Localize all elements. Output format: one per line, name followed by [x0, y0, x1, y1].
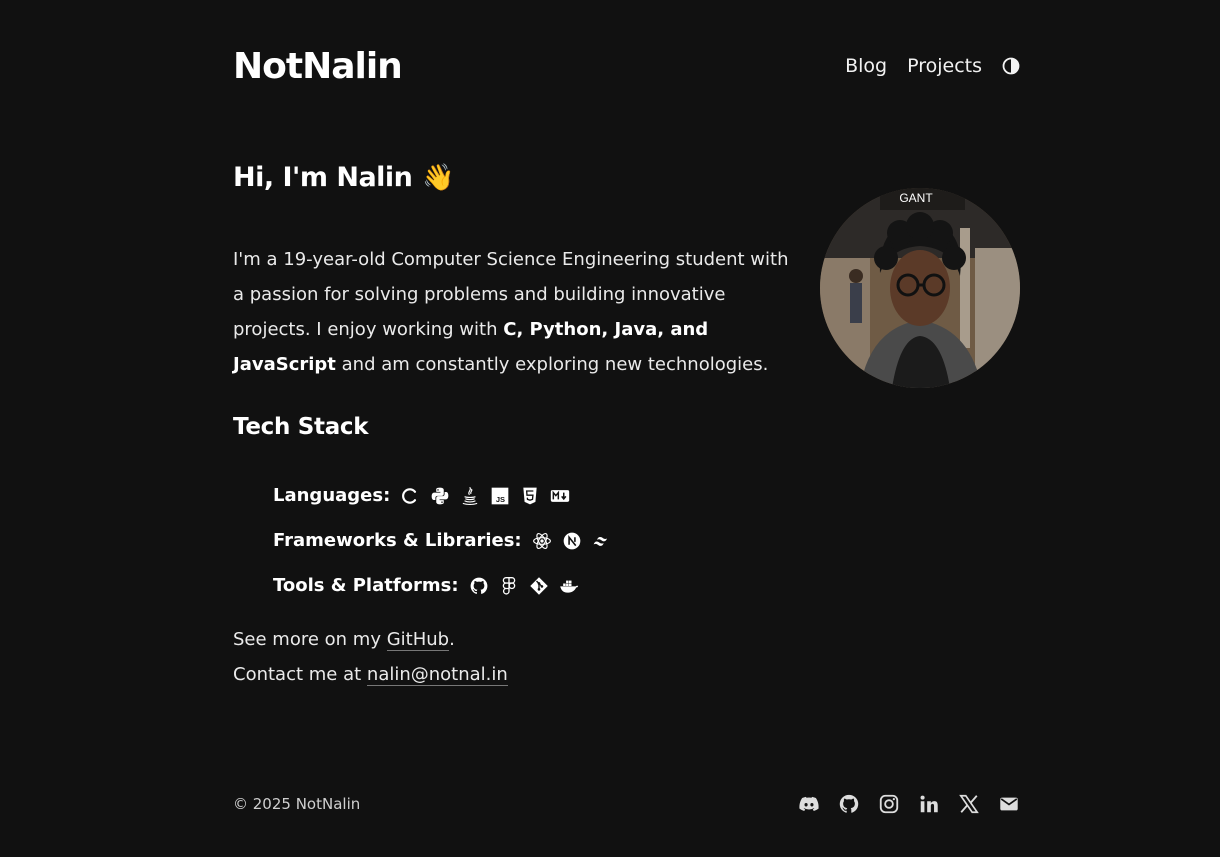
waving-hand-icon: 👋: [422, 162, 455, 193]
react-icon: [532, 531, 552, 551]
brand-logo[interactable]: NotNalin: [233, 46, 403, 87]
hero-heading: Hi, I'm Nalin 👋: [233, 162, 455, 193]
copyright-text: © 2025 NotNalin: [233, 795, 361, 813]
git-icon: [529, 576, 549, 596]
c-icon: [400, 486, 420, 506]
html5-icon: [520, 486, 540, 506]
java-icon: [460, 486, 480, 506]
github-line-prefix: See more on my: [233, 629, 387, 650]
frameworks-row: Frameworks & Libraries:: [273, 518, 622, 563]
languages-row: Languages: JS: [273, 473, 622, 518]
markdown-icon: [550, 486, 570, 506]
site-header: NotNalin Blog Projects: [233, 40, 1020, 92]
github-icon[interactable]: [838, 793, 860, 815]
tech-stack-heading: Tech Stack: [233, 414, 369, 440]
mail-icon[interactable]: [998, 793, 1020, 815]
more-info: See more on my GitHub. Contact me at nal…: [233, 622, 508, 692]
hero-heading-text: Hi, I'm Nalin: [233, 162, 413, 193]
tailwind-icon: [592, 531, 612, 551]
nextjs-icon: [562, 531, 582, 551]
docker-icon: [559, 576, 579, 596]
nav-blog-link[interactable]: Blog: [845, 55, 887, 77]
nav-projects-link[interactable]: Projects: [907, 55, 982, 77]
tech-stack-list: Languages: JS Frameworks & Libraries: To…: [273, 473, 622, 608]
x-icon[interactable]: [958, 793, 980, 815]
instagram-icon[interactable]: [878, 793, 900, 815]
tools-label: Tools & Platforms:: [273, 575, 459, 596]
python-icon: [430, 486, 450, 506]
bio-paragraph: I'm a 19-year-old Computer Science Engin…: [233, 242, 793, 382]
email-link[interactable]: nalin@notnal.in: [366, 664, 508, 686]
svg-text:JS: JS: [496, 494, 505, 503]
github-icon: [469, 576, 489, 596]
linkedin-icon[interactable]: [918, 793, 940, 815]
figma-icon: [499, 576, 519, 596]
tools-row: Tools & Platforms:: [273, 563, 622, 608]
languages-label: Languages:: [273, 485, 391, 506]
site-footer: © 2025 NotNalin: [233, 790, 1020, 818]
frameworks-label: Frameworks & Libraries:: [273, 530, 522, 551]
svg-text:GANT: GANT: [899, 191, 933, 205]
github-line: See more on my GitHub.: [233, 622, 508, 657]
contact-line: Contact me at nalin@notnal.in: [233, 657, 508, 692]
social-links: [798, 793, 1020, 815]
main-nav: Blog Projects: [845, 55, 1020, 77]
contact-line-prefix: Contact me at: [233, 664, 367, 685]
github-line-suffix: .: [449, 629, 455, 650]
bio-text-2: and am constantly exploring new technolo…: [335, 354, 769, 375]
github-link[interactable]: GitHub: [386, 629, 450, 651]
contrast-icon[interactable]: [1002, 57, 1020, 75]
profile-photo: GANT: [820, 188, 1020, 388]
discord-icon[interactable]: [798, 793, 820, 815]
javascript-icon: JS: [490, 486, 510, 506]
